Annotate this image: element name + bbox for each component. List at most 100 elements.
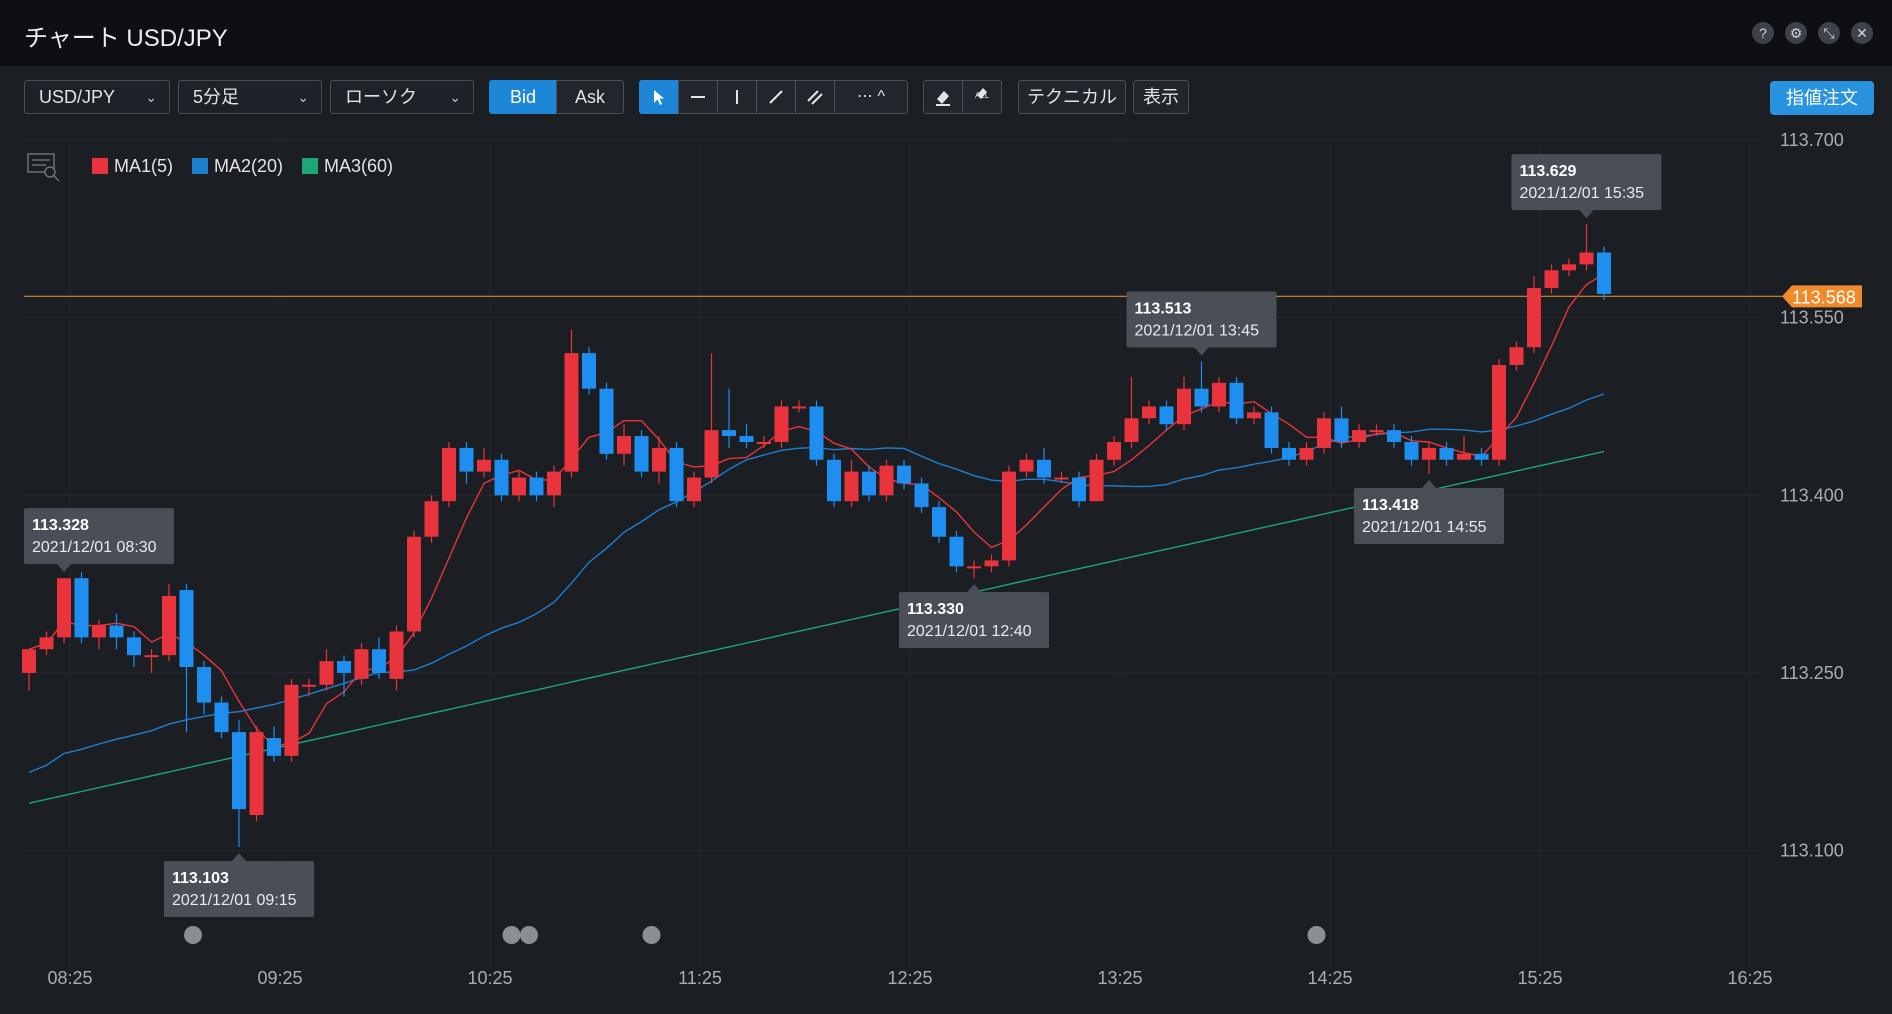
vertical-line-icon[interactable] <box>717 80 757 114</box>
candle <box>634 430 649 478</box>
cursor-icon[interactable] <box>639 80 679 114</box>
limit-order-button[interactable]: 指値注文 <box>1770 81 1874 115</box>
x-tick-label: 11:25 <box>678 968 722 988</box>
help-icon[interactable]: ? <box>1752 22 1774 44</box>
y-tick-label: 113.400 <box>1780 485 1844 505</box>
candle <box>897 459 911 490</box>
candle-body <box>1247 412 1261 419</box>
candle <box>302 678 316 697</box>
candle-body <box>1527 288 1541 348</box>
candle-body <box>827 459 841 502</box>
shrink-icon[interactable]: ⤡ <box>1818 22 1840 44</box>
candle <box>1002 465 1016 567</box>
event-marker <box>184 926 202 944</box>
candle-body <box>687 477 701 502</box>
candle <box>1509 341 1524 371</box>
candle <box>1089 453 1104 502</box>
candle-body <box>1282 447 1296 460</box>
bid-toggle[interactable]: Bid <box>489 80 557 114</box>
candle-body <box>109 625 124 638</box>
event-marker <box>520 926 538 944</box>
candle-body <box>792 406 806 409</box>
symbol-select-value: USD/JPY <box>39 87 116 107</box>
candle-body <box>179 590 194 668</box>
candle <box>179 584 194 733</box>
gear-icon[interactable]: ⚙ <box>1785 22 1807 44</box>
candle <box>774 400 789 448</box>
horizontal-line-icon[interactable] <box>678 80 718 114</box>
candle <box>757 436 771 448</box>
ma1-swatch <box>92 158 108 174</box>
trend-line-icon[interactable] <box>756 80 796 114</box>
candle <box>1597 246 1611 300</box>
symbol-select[interactable]: USD/JPY ⌄ <box>24 80 170 114</box>
candle-body <box>984 560 999 567</box>
candle <box>844 459 859 508</box>
x-tick-label: 09:25 <box>257 968 302 988</box>
candle-body <box>599 388 614 454</box>
ask-toggle[interactable]: Ask <box>556 80 624 114</box>
candle <box>389 625 404 691</box>
candle-body <box>669 447 684 502</box>
candle-body <box>774 406 789 442</box>
chart-style-select-value: ローソク <box>345 87 417 107</box>
erase-all-button[interactable]: ALL <box>962 80 1002 114</box>
candlestick-chart[interactable]: 113.568 113.700113.550113.400113.250113.… <box>0 132 1892 1014</box>
candle <box>354 643 369 685</box>
candle <box>1299 441 1314 466</box>
display-button[interactable]: 表示 <box>1133 80 1189 114</box>
candle <box>1492 359 1506 466</box>
y-tick-label: 113.550 <box>1780 308 1844 328</box>
legend-ma2[interactable]: MA2(20) <box>192 156 283 177</box>
x-tick-label: 08:25 <box>47 968 92 988</box>
y-axis: 113.700 113.550 113.400 113.250 113.100 <box>1780 132 1844 861</box>
annotation-price: 113.513 <box>1135 300 1192 317</box>
eraser-icon[interactable] <box>923 80 963 114</box>
candle-body <box>739 436 754 442</box>
erase-all-label: ALL <box>975 91 990 100</box>
candle <box>1212 376 1226 413</box>
candle-body <box>1387 430 1401 442</box>
candle-body <box>39 637 54 650</box>
candle <box>1352 424 1366 448</box>
x-tick-label: 10:25 <box>467 968 512 988</box>
candle <box>442 441 456 508</box>
chart-style-select[interactable]: ローソク ⌄ <box>330 80 474 114</box>
chart-toolbar: USD/JPY ⌄ 5分足 ⌄ ローソク ⌄ Bid Ask ⋯ ^ ALL テ… <box>0 66 1892 132</box>
timeframe-select[interactable]: 5分足 ⌄ <box>178 80 322 114</box>
annotation-time: 2021/12/01 13:45 <box>1135 322 1260 339</box>
candle-body <box>704 430 719 478</box>
annotation-price: 113.629 <box>1520 163 1577 180</box>
candle <box>1107 436 1121 466</box>
candle-body <box>1299 447 1314 460</box>
price-annotation: 113.103 2021/12/01 09:15 <box>164 853 314 918</box>
candle-body <box>844 471 859 502</box>
legend-ma3[interactable]: MA3(60) <box>302 156 393 177</box>
candle-body <box>1509 347 1524 366</box>
annotation-pointer <box>1579 210 1594 219</box>
annotation-pointer <box>57 564 71 573</box>
annotation-time: 2021/12/01 08:30 <box>32 539 157 556</box>
candle <box>1142 400 1156 425</box>
chevron-down-icon: ⌄ <box>449 89 461 105</box>
candle-body <box>1579 252 1594 265</box>
chart-settings-icon[interactable] <box>27 153 60 182</box>
candle-body <box>1562 264 1576 271</box>
candle-body <box>1089 459 1104 502</box>
annotation-time: 2021/12/01 14:55 <box>1362 519 1487 536</box>
technical-button[interactable]: テクニカル <box>1018 80 1126 114</box>
candle-body <box>862 471 876 496</box>
candle-body <box>372 649 386 673</box>
candle-body <box>897 465 911 484</box>
close-icon[interactable]: ✕ <box>1851 22 1873 44</box>
candle-body <box>967 566 981 569</box>
candle <box>284 678 299 762</box>
window-title: チャート USD/JPY <box>24 25 228 52</box>
candle-body <box>249 732 264 816</box>
more-tools-button[interactable]: ⋯ ^ <box>834 80 908 114</box>
candle <box>1124 376 1139 448</box>
candle-body <box>267 738 281 756</box>
candle-body <box>197 667 211 703</box>
parallel-lines-icon[interactable] <box>795 80 835 114</box>
legend-ma1[interactable]: MA1(5) <box>92 156 173 177</box>
